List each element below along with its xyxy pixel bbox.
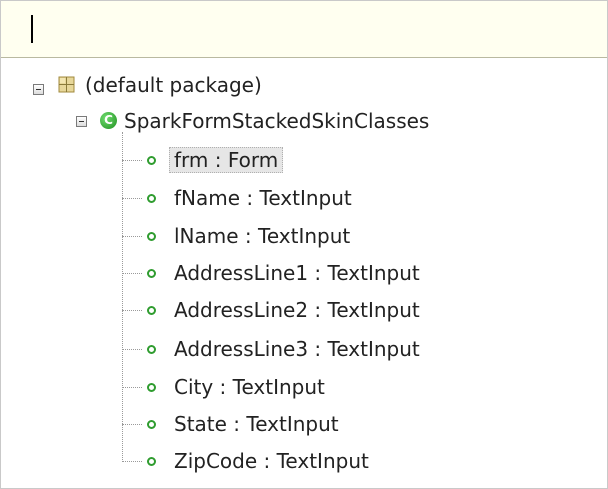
- field-icon: [147, 194, 156, 203]
- field-label: AddressLine3 : TextInput: [174, 337, 420, 361]
- field-icon: [147, 420, 156, 429]
- tree-connector: [122, 387, 142, 388]
- tree-item-field[interactable]: ZipCode : TextInput: [174, 445, 369, 477]
- field-icon: [147, 383, 156, 392]
- outline-tree: (default package) C SparkFormStackedSkin…: [1, 58, 607, 488]
- package-icon: [58, 76, 75, 93]
- tree-connector-vertical: [122, 132, 123, 460]
- tree-item-field[interactable]: fName : TextInput: [174, 182, 352, 214]
- field-icon: [147, 269, 156, 278]
- field-icon: [147, 306, 156, 315]
- tree-connector: [122, 236, 142, 237]
- tree-item-field[interactable]: AddressLine1 : TextInput: [174, 257, 420, 289]
- field-label: ZipCode : TextInput: [174, 449, 369, 473]
- package-label: (default package): [85, 73, 262, 97]
- field-label: frm : Form: [169, 147, 284, 173]
- outline-view: (default package) C SparkFormStackedSkin…: [0, 0, 608, 489]
- field-icon: [147, 345, 156, 354]
- field-label: lName : TextInput: [174, 224, 351, 248]
- field-label: State : TextInput: [174, 412, 339, 436]
- tree-item-field[interactable]: City : TextInput: [174, 371, 325, 403]
- field-icon: [147, 457, 156, 466]
- tree-connector: [122, 461, 142, 462]
- tree-connector: [122, 273, 142, 274]
- tree-connector: [122, 349, 142, 350]
- class-label: SparkFormStackedSkinClasses: [124, 109, 430, 133]
- field-label: AddressLine2 : TextInput: [174, 298, 420, 322]
- tree-item-field[interactable]: AddressLine2 : TextInput: [174, 294, 420, 326]
- tree-connector: [122, 424, 142, 425]
- tree-item-field[interactable]: State : TextInput: [174, 408, 339, 440]
- tree-item-class[interactable]: SparkFormStackedSkinClasses: [124, 105, 429, 137]
- tree-item-field[interactable]: lName : TextInput: [174, 220, 350, 252]
- field-label: fName : TextInput: [174, 186, 352, 210]
- tree-connector: [122, 310, 142, 311]
- tree-connector: [122, 198, 142, 199]
- filter-bar: [1, 1, 607, 58]
- collapse-package-toggle[interactable]: [33, 84, 44, 95]
- field-label: City : TextInput: [174, 375, 325, 399]
- filter-input[interactable]: [7, 9, 601, 51]
- text-caret: [31, 15, 33, 43]
- field-icon: [147, 156, 156, 165]
- field-icon: [147, 232, 156, 241]
- tree-item-package[interactable]: (default package): [85, 69, 262, 101]
- collapse-class-toggle[interactable]: [76, 116, 87, 127]
- tree-item-field[interactable]: frm : Form: [169, 144, 284, 176]
- field-label: AddressLine1 : TextInput: [174, 261, 420, 285]
- class-icon: C: [100, 112, 117, 129]
- tree-connector: [122, 160, 142, 161]
- tree-item-field[interactable]: AddressLine3 : TextInput: [174, 333, 420, 365]
